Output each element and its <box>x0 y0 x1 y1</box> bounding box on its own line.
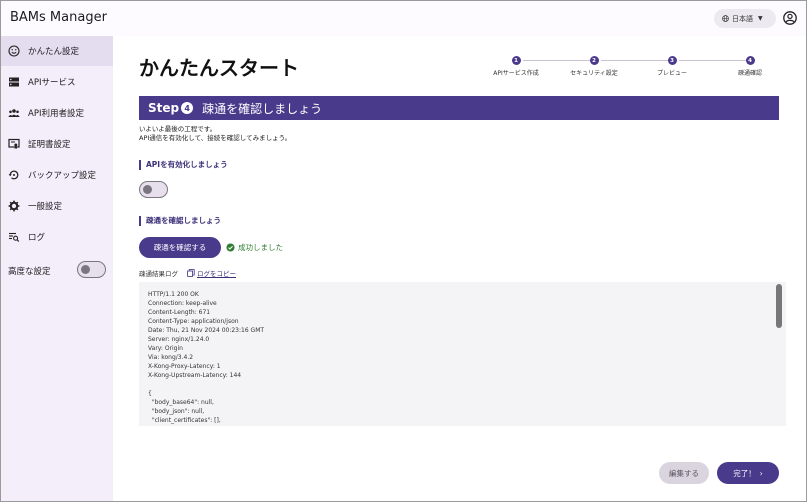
sidebar-item-api-services[interactable]: APIサービス <box>1 67 113 97</box>
sidebar-item-logs[interactable]: ログ <box>1 222 113 252</box>
step-label: プレビュー <box>656 70 687 77</box>
server-icon <box>8 76 20 88</box>
sidebar-item-label: かんたん設定 <box>28 47 80 57</box>
enable-api-toggle[interactable] <box>139 181 168 198</box>
caret-down-icon: ▼ <box>758 15 763 22</box>
sidebar-item-label: APIサービス <box>28 78 76 88</box>
sidebar-item-api-users[interactable]: API利用者設定 <box>1 98 113 128</box>
log-label: 疎通結果ログ <box>139 270 178 278</box>
sidebar-item-label: ログ <box>28 233 46 243</box>
sidebar-item-label: 一般設定 <box>28 202 63 212</box>
log-line: Content-Type: application/json <box>148 318 239 325</box>
advanced-settings-label: 高度な設定 <box>8 267 51 277</box>
success-text: 成功しました <box>238 243 283 252</box>
banner-step-number: 4 <box>181 102 194 114</box>
log-line: Via: kong/3.4.2 <box>148 354 194 361</box>
intro-line: API通信を有効化して、接続を確認してみましょう。 <box>139 134 292 142</box>
log-line: Content-Length: 671 <box>148 309 211 316</box>
log-scrollbar-thumb[interactable] <box>776 284 782 328</box>
sidebar-item-certificates[interactable]: 証明書設定 <box>1 129 113 159</box>
done-button-label: 完了！ <box>733 468 756 478</box>
log-line: Date: Thu, 21 Nov 2024 00:23:16 GMT <box>148 327 265 334</box>
stepper-step-2: 2 セキュリティ設定 <box>559 56 629 77</box>
banner-step-word: Step <box>148 101 180 115</box>
step-label: セキュリティ設定 <box>570 70 618 77</box>
log-line: Server: nginx/1.24.0 <box>148 336 210 343</box>
sidebar-item-easy-setup[interactable]: かんたん設定 <box>1 36 113 66</box>
enable-api-heading: APIを有効化しましょう <box>139 160 228 170</box>
globe-icon <box>722 15 729 22</box>
toggle-knob <box>81 265 90 274</box>
log-line: X-Kong-Proxy-Latency: 1 <box>148 363 221 370</box>
toggle-knob <box>143 185 152 194</box>
log-output: HTTP/1.1 200 OK Connection: keep-alive C… <box>139 282 786 426</box>
sidebar-item-backup[interactable]: バックアップ設定 <box>1 160 113 190</box>
certificate-icon <box>8 138 20 150</box>
sidebar-item-label: API利用者設定 <box>28 109 84 119</box>
users-icon <box>8 107 20 119</box>
chevron-right-icon: › <box>759 468 763 478</box>
step-banner: Step 4 疎通を確認しましょう <box>139 96 779 120</box>
step-number: 4 <box>745 56 755 65</box>
stepper-step-1: 1 APIサービス作成 <box>481 56 551 77</box>
check-circle-icon <box>226 243 235 252</box>
log-line: { <box>148 390 152 397</box>
step-number: 2 <box>589 56 599 65</box>
sidebar-item-general-settings[interactable]: 一般設定 <box>1 191 113 221</box>
step-label: APIサービス作成 <box>493 70 539 77</box>
stepper-step-4: 4 疎通確認 <box>715 56 785 77</box>
log-line: Vary: Origin <box>148 345 183 352</box>
step-number: 3 <box>667 56 677 65</box>
sidebar-item-label: 証明書設定 <box>28 140 71 150</box>
account-circle-icon[interactable] <box>783 11 797 25</box>
done-button[interactable]: 完了！ › <box>717 462 779 484</box>
log-line: Connection: keep-alive <box>148 300 217 307</box>
edit-button[interactable]: 編集する <box>659 462 709 484</box>
stepper: 1 APIサービス作成 2 セキュリティ設定 3 プレビュー 4 疎通確認 <box>483 56 783 78</box>
page-title: かんたんスタート <box>139 56 299 80</box>
log-search-icon <box>8 231 20 243</box>
language-label: 日本語 <box>732 14 753 23</box>
copy-log-link[interactable]: ログをコピー <box>187 268 236 278</box>
language-selector[interactable]: 日本語 ▼ <box>714 9 776 28</box>
intro-text: いよいよ最後の工程です。 API通信を有効化して、接続を確認してみましょう。 <box>139 125 291 143</box>
step-label: 疎通確認 <box>737 70 762 77</box>
success-status: 成功しました <box>226 242 283 253</box>
step-number: 1 <box>511 56 521 65</box>
intro-line: いよいよ最後の工程です。 <box>139 125 217 133</box>
app-title: BAMs Manager <box>10 10 107 25</box>
copy-icon <box>187 269 195 277</box>
log-line: "client_certificates": [], <box>148 417 221 424</box>
advanced-settings-toggle[interactable] <box>77 261 106 278</box>
sidebar: かんたん設定 APIサービス API利用者設定 証明書設定 バックアップ設定 一… <box>1 36 113 501</box>
log-line: "body_base64": null, <box>148 399 214 406</box>
check-connectivity-button[interactable]: 疎通を確認する <box>139 237 221 258</box>
stepper-step-3: 3 プレビュー <box>637 56 707 77</box>
banner-title: 疎通を確認しましょう <box>202 101 323 116</box>
sidebar-item-label: バックアップ設定 <box>28 171 97 181</box>
backup-restore-icon <box>8 169 20 181</box>
log-line: HTTP/1.1 200 OK <box>148 291 199 298</box>
connectivity-heading: 疎通を確認しましょう <box>139 216 221 226</box>
top-bar: BAMs Manager 日本語 ▼ <box>1 1 806 36</box>
log-line: "body_json": null, <box>148 408 205 415</box>
log-line: X-Kong-Upstream-Latency: 144 <box>148 372 242 379</box>
copy-log-text: ログをコピー <box>197 270 236 278</box>
smiley-icon <box>8 45 20 57</box>
gear-icon <box>8 200 20 212</box>
